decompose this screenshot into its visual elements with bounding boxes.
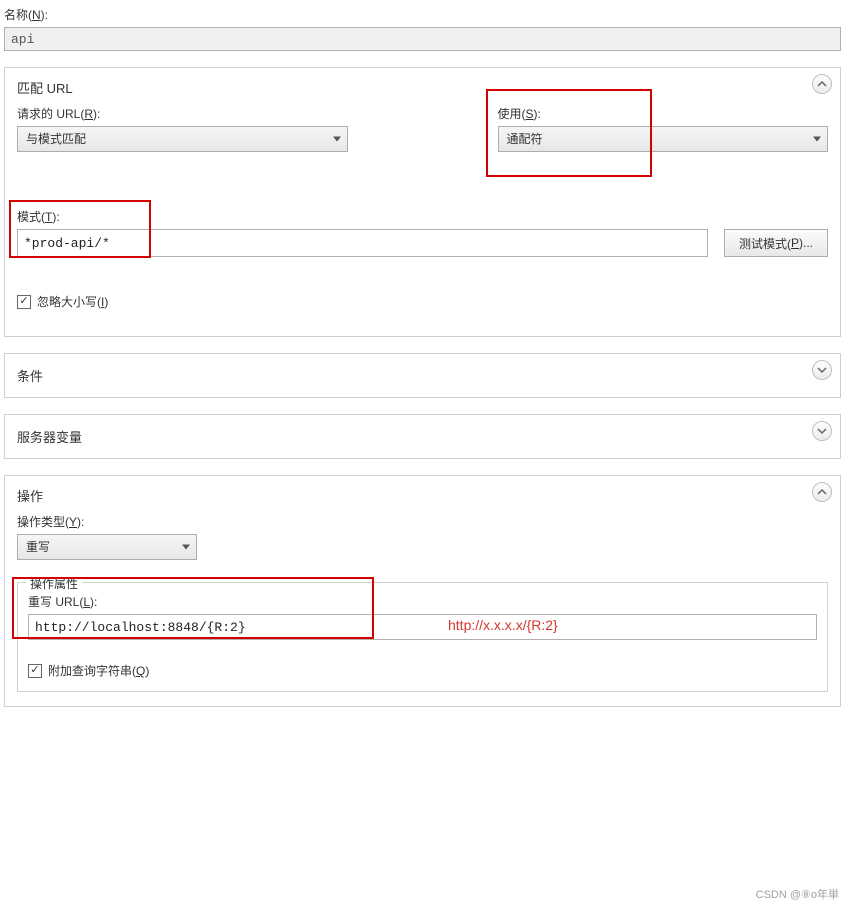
collapse-match-url-button[interactable] — [812, 74, 832, 94]
request-url-label: 请求的 URL(R): — [17, 105, 348, 122]
match-url-panel: 匹配 URL 请求的 URL(R): 与模式匹配 使用(S): 通配符 — [4, 67, 841, 337]
conditions-title: 条件 — [17, 366, 828, 385]
watermark: CSDN @⑧o年単 — [756, 886, 839, 902]
rewrite-url-label: 重写 URL(L): — [28, 593, 817, 610]
append-qs-label: 附加查询字符串(Q) — [48, 662, 149, 679]
chevron-down-icon — [817, 365, 827, 375]
chevron-down-icon — [182, 545, 190, 550]
action-type-select[interactable]: 重写 — [17, 534, 197, 560]
server-vars-panel: 服务器变量 — [4, 414, 841, 459]
match-url-title: 匹配 URL — [17, 78, 828, 97]
pattern-input[interactable] — [17, 229, 708, 257]
append-qs-row: ✓ 附加查询字符串(Q) — [28, 662, 817, 679]
chevron-up-icon — [817, 487, 827, 497]
expand-server-vars-button[interactable] — [812, 421, 832, 441]
name-input[interactable] — [4, 27, 841, 51]
chevron-down-icon — [333, 137, 341, 142]
action-type-label: 操作类型(Y): — [17, 513, 828, 530]
expand-conditions-button[interactable] — [812, 360, 832, 380]
ignore-case-checkbox[interactable]: ✓ — [17, 295, 31, 309]
using-label: 使用(S): — [498, 105, 829, 122]
chevron-down-icon — [813, 137, 821, 142]
using-select[interactable]: 通配符 — [498, 126, 829, 152]
name-section: 名称(N): — [4, 0, 841, 51]
name-label: 名称(N): — [4, 6, 841, 23]
server-vars-title: 服务器变量 — [17, 427, 828, 446]
chevron-down-icon — [817, 426, 827, 436]
action-title: 操作 — [17, 486, 828, 505]
collapse-action-button[interactable] — [812, 482, 832, 502]
rewrite-url-annotation: http://x.x.x.x/{R:2} — [448, 617, 558, 633]
rewrite-url-input[interactable] — [28, 614, 817, 640]
request-url-select[interactable]: 与模式匹配 — [17, 126, 348, 152]
using-field: 使用(S): 通配符 — [498, 105, 829, 152]
ignore-case-label: 忽略大小写(I) — [37, 293, 108, 310]
request-url-field: 请求的 URL(R): 与模式匹配 — [17, 105, 348, 152]
ignore-case-row: ✓ 忽略大小写(I) — [17, 293, 828, 310]
action-panel: 操作 操作类型(Y): 重写 操作属性 重写 URL(L): http://x.… — [4, 475, 841, 707]
test-pattern-button[interactable]: 测试模式(P)... — [724, 229, 828, 257]
action-props-fieldset: 操作属性 重写 URL(L): http://x.x.x.x/{R:2} ✓ 附… — [17, 582, 828, 692]
conditions-panel: 条件 — [4, 353, 841, 398]
action-props-legend: 操作属性 — [26, 575, 82, 592]
append-qs-checkbox[interactable]: ✓ — [28, 664, 42, 678]
chevron-up-icon — [817, 79, 827, 89]
pattern-label: 模式(T): — [17, 208, 828, 225]
